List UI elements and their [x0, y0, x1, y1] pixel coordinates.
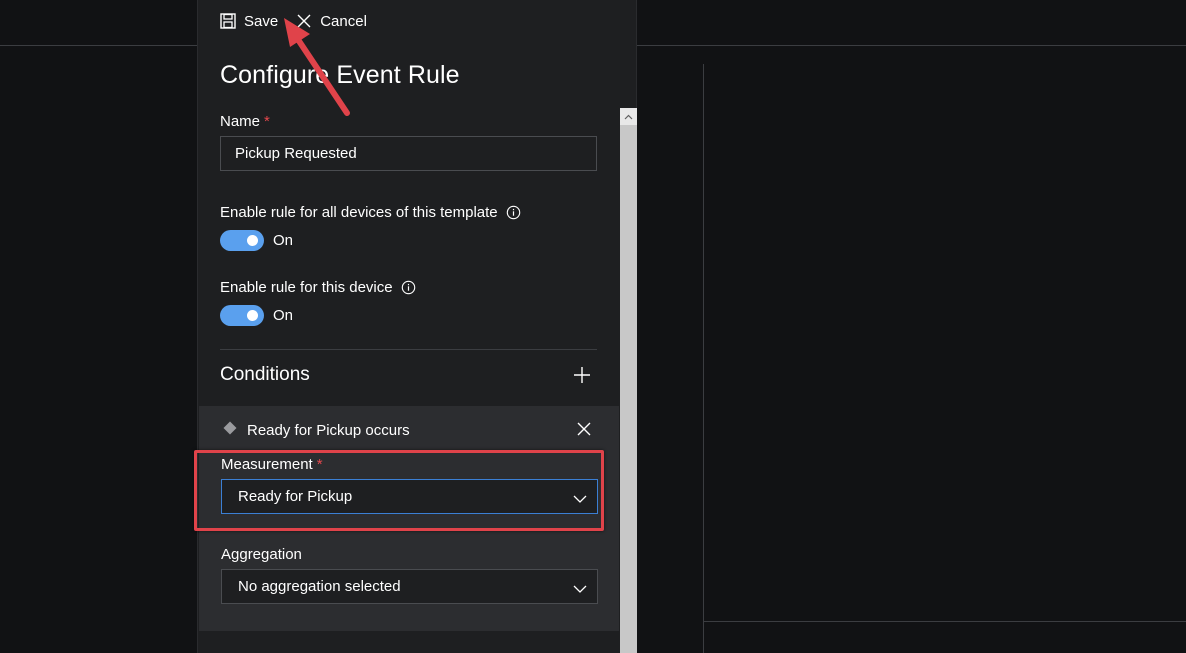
aggregation-selected-value: No aggregation selected — [238, 578, 401, 595]
toggle-knob — [247, 235, 258, 246]
required-marker: * — [264, 113, 270, 130]
panel-toolbar: Save Cancel — [220, 10, 367, 32]
scroll-up-button[interactable] — [620, 108, 637, 125]
scrollbar-thumb[interactable] — [620, 125, 637, 653]
template-toggle-label: Enable rule for all devices of this temp… — [220, 204, 521, 221]
background-divider-vertical — [703, 64, 704, 653]
save-label: Save — [244, 12, 279, 30]
aggregation-dropdown[interactable]: No aggregation selected — [221, 569, 598, 604]
condition-header: Ready for Pickup occurs — [223, 421, 410, 439]
save-button[interactable]: Save — [220, 13, 278, 30]
aggregation-label: Aggregation — [221, 546, 302, 563]
conditions-heading: Conditions — [220, 364, 310, 385]
chevron-down-icon — [573, 581, 587, 598]
template-toggle-switch[interactable] — [220, 230, 264, 251]
measurement-label: Measurement * — [221, 456, 323, 473]
required-marker: * — [316, 456, 323, 473]
device-toggle-state: On — [273, 307, 294, 324]
device-toggle-switch[interactable] — [220, 305, 264, 326]
close-icon[interactable] — [577, 422, 591, 441]
measurement-selected-value: Ready for Pickup — [238, 488, 353, 505]
device-toggle-row: On — [220, 305, 293, 326]
condition-title: Ready for Pickup occurs — [247, 421, 410, 439]
template-toggle-label-text: Enable rule for all devices of this temp… — [220, 204, 498, 221]
cancel-button[interactable]: Cancel — [296, 13, 367, 30]
device-toggle-label: Enable rule for this device — [220, 279, 416, 296]
diamond-icon — [223, 421, 237, 439]
device-toggle-label-text: Enable rule for this device — [220, 279, 393, 296]
page-title: Configure Event Rule — [220, 61, 460, 89]
chevron-down-icon — [573, 491, 587, 508]
plus-icon[interactable] — [573, 366, 591, 389]
measurement-label-text: Measurement — [221, 456, 313, 473]
save-icon — [220, 13, 236, 29]
panel-scrollbar[interactable] — [620, 108, 637, 653]
name-field-label: Name * — [220, 113, 270, 130]
cancel-label: Cancel — [320, 12, 367, 30]
close-icon — [296, 13, 312, 29]
info-icon[interactable] — [506, 205, 521, 220]
toggle-knob — [247, 310, 258, 321]
configure-rule-panel: Save Cancel Configure Event Rule Name* E… — [197, 0, 637, 653]
name-label-text: Name — [220, 113, 261, 130]
template-toggle-row: On — [220, 230, 293, 251]
measurement-dropdown[interactable]: Ready for Pickup — [221, 479, 598, 514]
condition-card: Ready for Pickup occurs Measurement * Rea… — [199, 406, 619, 631]
name-input[interactable] — [220, 136, 597, 171]
section-divider — [220, 349, 597, 350]
template-toggle-state: On — [273, 232, 294, 249]
background-divider-bottom — [703, 621, 1186, 622]
info-icon[interactable] — [401, 280, 416, 295]
